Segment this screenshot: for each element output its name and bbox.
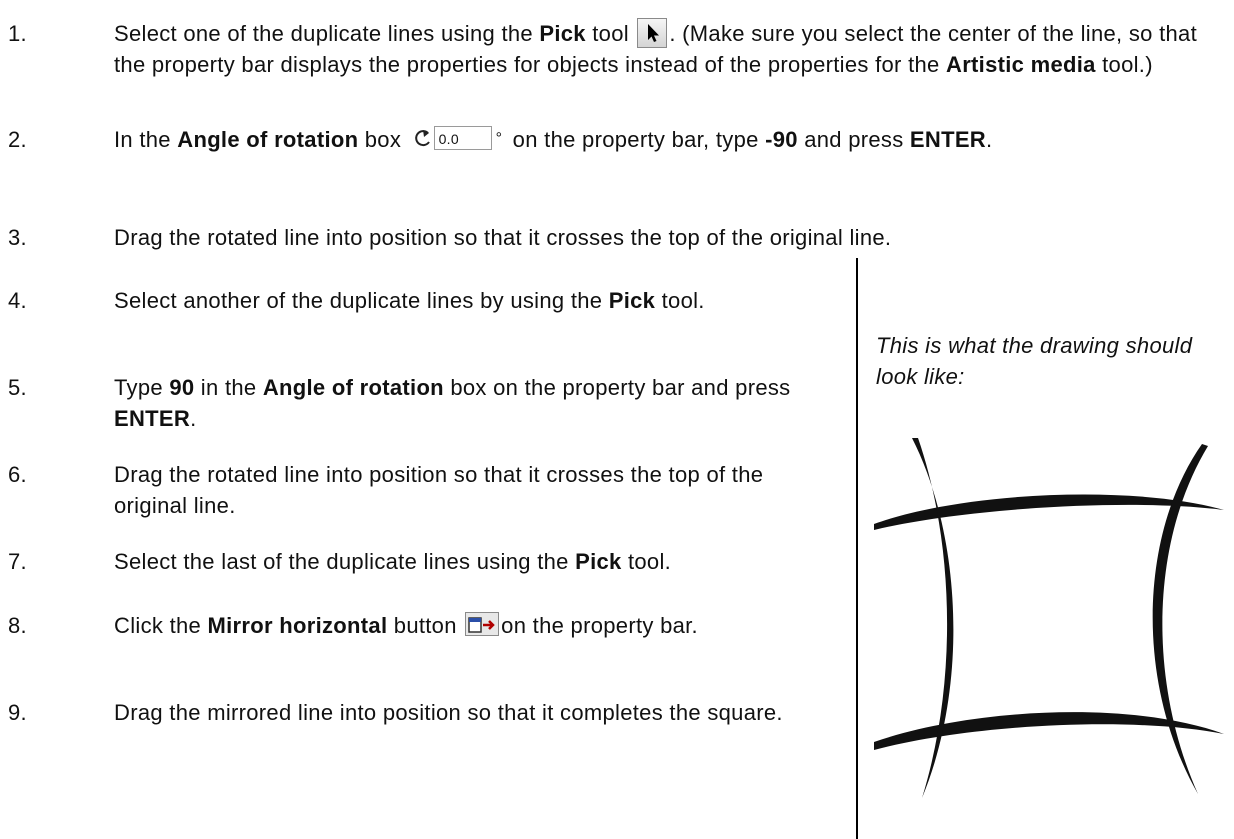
step-text: Drag the mirrored line into position so … [114, 700, 783, 725]
step-number: 1. [8, 21, 27, 46]
step-text: Select one of the duplicate lines using … [114, 18, 1234, 80]
column-divider [856, 258, 858, 839]
step-text: Drag the rotated line into position so t… [114, 462, 764, 518]
step-text: Drag the rotated line into position so t… [114, 225, 892, 250]
step-text: Type 90 in the Angle of rotation box on … [114, 375, 791, 431]
angle-value: 0.0 [433, 126, 492, 150]
step-number: 3. [8, 225, 27, 250]
step-text: Select the last of the duplicate lines u… [114, 549, 672, 574]
step-number: 7. [8, 549, 27, 574]
step-text: Click the Mirror horizontal button on th… [114, 612, 698, 638]
step-number: 4. [8, 288, 27, 313]
step-number: 2. [8, 127, 27, 152]
brush-stroke-right [1152, 444, 1208, 794]
artistic-media-label: Artistic media [946, 52, 1096, 77]
angle-of-rotation-box: 0.0 ° [412, 124, 503, 152]
pick-label: Pick [539, 21, 586, 46]
drawing-caption: This is what the drawing should look lik… [876, 333, 1193, 389]
step-text: In the Angle of rotation box 0.0 ° on the… [114, 124, 1234, 155]
mirror-horizontal-icon [465, 612, 500, 636]
mirror-horizontal-label: Mirror horizontal [207, 613, 388, 638]
step-text: Select another of the duplicate lines by… [114, 288, 705, 313]
step-number: 9. [8, 700, 27, 725]
angle-of-rotation-label: Angle of rotation [177, 127, 359, 152]
rotate-ccw-icon [414, 130, 430, 147]
example-drawing [874, 438, 1224, 798]
pick-tool-arrow-icon [637, 18, 668, 48]
step-number: 5. [8, 375, 27, 400]
step-number: 6. [8, 462, 27, 487]
step-number: 8. [8, 613, 27, 638]
brush-stroke-left [912, 438, 954, 798]
degree-symbol: ° [495, 129, 503, 147]
